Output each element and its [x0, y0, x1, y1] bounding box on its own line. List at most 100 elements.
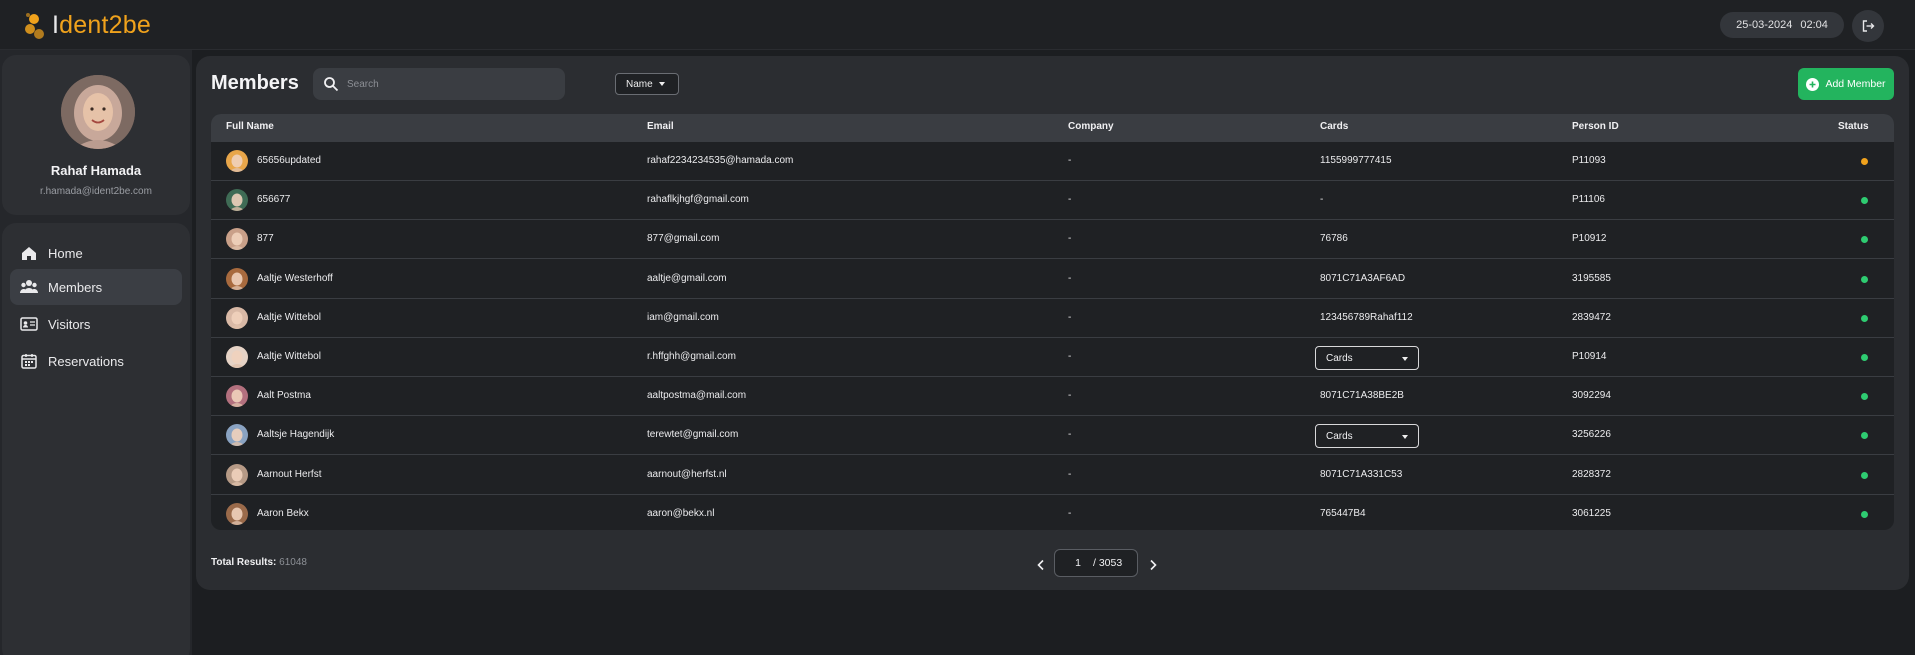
cell-email: terewtet@gmail.com — [647, 429, 739, 441]
cell-email: aaltpostma@mail.com — [647, 390, 747, 402]
cell-company: - — [1068, 272, 1072, 284]
total-results-count: 61048 — [279, 557, 307, 568]
nav-label-reservations: Reservations — [48, 353, 124, 369]
table-row[interactable]: Aarnout Herfst aarnout@herfst.nl - 8071C71A… — [211, 456, 1894, 495]
cell-full-name: Aaltje Wittebol — [257, 351, 321, 362]
plus-circle-icon — [1806, 77, 1820, 91]
header-company[interactable]: Company — [1068, 121, 1114, 132]
row-avatar — [226, 228, 248, 251]
chevron-down-icon — [1402, 435, 1408, 440]
table-header: Full Name Email Company Cards Person ID … — [211, 114, 1894, 142]
logout-button[interactable] — [1852, 10, 1884, 42]
chevron-left-icon[interactable] — [1034, 558, 1048, 572]
row-avatar — [226, 502, 248, 525]
table-row[interactable]: Aaltje Wittebol iam@gmail.com - 123456789Ra… — [211, 299, 1894, 338]
nav-item-home[interactable]: Home — [10, 235, 182, 271]
nav-menu: Home Members Visitors Reservations — [2, 223, 190, 655]
cell-cards: 76786 — [1320, 233, 1348, 245]
table-row[interactable]: Aaltsje Hagendijk terewtet@gmail.com - Card… — [211, 416, 1894, 456]
nav-label-members: Members — [48, 279, 103, 295]
sidebar: Rahaf Hamada r.hamada@ident2be.com Home … — [0, 50, 192, 655]
cell-company: - — [1068, 311, 1072, 323]
chevron-right-icon[interactable] — [1146, 558, 1160, 572]
cell-person-id: P11106 — [1572, 194, 1605, 206]
table-row[interactable]: 65656updated rahaf2234234535@hamada.com - 1… — [211, 142, 1894, 181]
row-avatar — [226, 424, 248, 447]
cell-full-name: Aalt Postma — [257, 390, 311, 402]
nav-item-visitors[interactable]: Visitors — [10, 306, 182, 342]
profile-photo — [61, 75, 135, 149]
visitor-card-icon — [20, 317, 38, 331]
cell-person-id: 3256226 — [1572, 429, 1611, 441]
cell-full-name: 65656updated — [257, 155, 321, 166]
cell-email: rahaflkjhgf@gmail.com — [647, 194, 749, 206]
members-panel: Members Name Add Member Full Name Email … — [196, 56, 1909, 590]
logo[interactable]: Ident2be — [22, 8, 151, 42]
cell-cards: 1155999777415 — [1320, 155, 1392, 166]
cell-person-id: 2828372 — [1572, 468, 1611, 480]
members-icon — [20, 280, 38, 293]
header-status[interactable]: Status — [1838, 121, 1869, 132]
table-row[interactable]: Aaltje Wittebol r.hffghh@gmail.com - Cards P… — [211, 338, 1894, 377]
nav-label-home: Home — [48, 245, 83, 261]
cards-dropdown-label: Cards — [1326, 430, 1353, 442]
cell-person-id: P10914 — [1572, 351, 1607, 362]
cell-full-name: Aaltje Westerhoff — [257, 272, 333, 284]
cell-full-name: Aaltje Wittebol — [257, 311, 321, 323]
cell-person-id: 3092294 — [1572, 390, 1611, 402]
avatar[interactable] — [61, 75, 135, 149]
cell-full-name: 656677 — [257, 194, 291, 206]
header-cards[interactable]: Cards — [1320, 121, 1348, 132]
cell-email: 877@gmail.com — [647, 233, 720, 245]
cell-company: - — [1068, 155, 1072, 166]
add-member-button[interactable]: Add Member — [1798, 68, 1894, 100]
add-member-label: Add Member — [1825, 78, 1886, 90]
nav-item-members[interactable]: Members — [10, 269, 182, 305]
cell-company: - — [1068, 390, 1072, 402]
search-icon — [324, 77, 339, 92]
cell-person-id: P10912 — [1572, 233, 1607, 245]
cell-cards: - — [1320, 194, 1324, 206]
search-field-dropdown[interactable]: Name — [615, 73, 679, 95]
pagination-box: / 3053 — [1054, 549, 1138, 577]
cell-email: aaltje@gmail.com — [647, 272, 727, 284]
cell-person-id: P11093 — [1572, 155, 1606, 166]
search-input[interactable] — [347, 74, 487, 94]
status-indicator — [1861, 275, 1868, 283]
status-indicator — [1861, 354, 1868, 361]
nav-item-reservations[interactable]: Reservations — [10, 343, 182, 379]
logout-icon — [1862, 20, 1875, 32]
cell-full-name: Aarnout Herfst — [257, 468, 322, 480]
cell-email: rahaf2234234535@hamada.com — [647, 155, 794, 166]
table-row[interactable]: Aaron Bekx aaron@bekx.nl - 765447B4 3061225 — [211, 495, 1894, 530]
cell-person-id: 3061225 — [1572, 507, 1611, 519]
cell-full-name: Aaron Bekx — [257, 507, 309, 519]
profile-card: Rahaf Hamada r.hamada@ident2be.com — [2, 55, 190, 215]
logo-icon — [25, 13, 44, 39]
header-email[interactable]: Email — [647, 121, 674, 132]
page-number-input[interactable] — [1063, 557, 1093, 569]
status-indicator — [1861, 393, 1868, 401]
cell-company: - — [1068, 351, 1072, 362]
cell-company: - — [1068, 233, 1072, 245]
row-avatar — [226, 150, 248, 172]
table-row[interactable]: Aaltje Westerhoff aaltje@gmail.com - 8071C7… — [211, 260, 1894, 299]
row-avatar — [226, 346, 248, 368]
profile-email: r.hamada@ident2be.com — [40, 186, 152, 197]
table-row[interactable]: 877 877@gmail.com - 76786 P10912 — [211, 220, 1894, 260]
header-full-name[interactable]: Full Name — [226, 121, 274, 132]
cell-email: iam@gmail.com — [647, 311, 719, 323]
cell-email: aarnout@herfst.nl — [647, 468, 727, 480]
search-bar: Name — [313, 68, 679, 100]
cell-email: aaron@bekx.nl — [647, 507, 715, 519]
table-row[interactable]: 656677 rahaflkjhgf@gmail.com - - P11106 — [211, 181, 1894, 221]
chevron-down-icon — [658, 82, 665, 86]
nav-label-visitors: Visitors — [48, 316, 91, 332]
header-person-id[interactable]: Person ID — [1572, 121, 1619, 132]
table-row[interactable]: Aalt Postma aaltpostma@mail.com - 8071C71A3… — [211, 377, 1894, 417]
header-time: 02:04 — [1800, 19, 1828, 31]
logo-text: Ident2be — [52, 10, 151, 39]
cards-dropdown[interactable]: Cards — [1315, 346, 1419, 370]
cards-dropdown[interactable]: Cards — [1315, 424, 1419, 449]
datetime-badge: 25-03-2024 02:04 — [1720, 12, 1844, 38]
